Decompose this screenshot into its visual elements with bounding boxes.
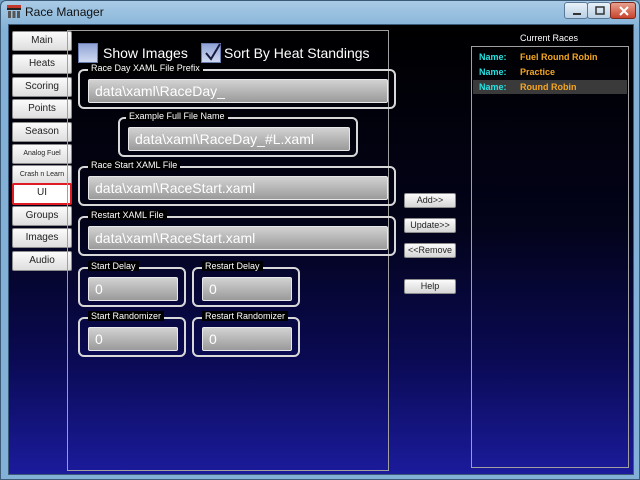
client-area: Main Heats Scoring Points Season Analog … <box>8 24 634 475</box>
checkmark-icon <box>205 43 221 61</box>
nav-ui-button[interactable]: UI <box>12 183 72 205</box>
restart-delay-input[interactable]: 0 <box>202 277 292 301</box>
settings-panel: Show Images Sort By Heat Standings Race … <box>67 30 396 471</box>
races-list: Name: Fuel Round Robin Name: Practice Na… <box>471 46 629 468</box>
example-name-display: data\xaml\RaceDay_#L.xaml <box>128 127 350 151</box>
restart-randomizer-label: Restart Randomizer <box>202 311 289 321</box>
race-start-label: Race Start XAML File <box>88 160 181 170</box>
help-button[interactable]: Help <box>404 279 456 294</box>
raceday-prefix-input[interactable]: data\xaml\RaceDay_ <box>88 79 388 103</box>
race-name-label: Name: <box>479 67 507 77</box>
current-races-title: Current Races <box>519 33 579 43</box>
start-randomizer-group: Start Randomizer 0 <box>78 311 186 357</box>
sort-by-heat-checkbox[interactable] <box>201 43 221 63</box>
remove-button[interactable]: <<Remove <box>404 243 456 258</box>
race-start-group: Race Start XAML File data\xaml\RaceStart… <box>78 160 396 206</box>
race-name-label: Name: <box>479 82 507 92</box>
nav-crash-n-learn-button[interactable]: Crash n Learn <box>12 165 72 185</box>
sort-by-heat-label: Sort By Heat Standings <box>224 45 370 61</box>
race-item[interactable]: Name: Fuel Round Robin <box>473 50 627 64</box>
example-name-group: Example Full File Name data\xaml\RaceDay… <box>118 111 358 157</box>
nav-scoring-button[interactable]: Scoring <box>12 77 72 97</box>
add-button[interactable]: Add>> <box>404 193 456 208</box>
nav-audio-button[interactable]: Audio <box>12 251 72 271</box>
show-images-checkbox[interactable] <box>78 43 98 63</box>
nav-points-button[interactable]: Points <box>12 99 72 119</box>
restart-delay-label: Restart Delay <box>202 261 263 271</box>
nav-images-button[interactable]: Images <box>12 228 72 248</box>
nav-groups-button[interactable]: Groups <box>12 206 72 226</box>
race-name-label: Name: <box>479 52 507 62</box>
restart-input[interactable]: data\xaml\RaceStart.xaml <box>88 226 388 250</box>
start-randomizer-input[interactable]: 0 <box>88 327 178 351</box>
race-name: Fuel Round Robin <box>520 52 598 62</box>
race-name: Practice <box>520 67 556 77</box>
restart-label: Restart XAML File <box>88 210 167 220</box>
nav-main-button[interactable]: Main <box>12 31 72 51</box>
restart-randomizer-input[interactable]: 0 <box>202 327 292 351</box>
raceday-prefix-label: Race Day XAML File Prefix <box>88 63 203 73</box>
minimize-button[interactable] <box>564 2 588 19</box>
restart-randomizer-group: Restart Randomizer 0 <box>192 311 300 357</box>
start-delay-group: Start Delay 0 <box>78 261 186 307</box>
start-randomizer-label: Start Randomizer <box>88 311 165 321</box>
restart-delay-group: Restart Delay 0 <box>192 261 300 307</box>
nav-heats-button[interactable]: Heats <box>12 54 72 74</box>
race-item[interactable]: Name: Practice <box>473 65 627 79</box>
raceday-prefix-group: Race Day XAML File Prefix data\xaml\Race… <box>78 63 396 109</box>
update-button[interactable]: Update>> <box>404 218 456 233</box>
race-item-selected[interactable]: Name: Round Robin <box>473 80 627 94</box>
title-bar[interactable]: Race Manager <box>1 1 639 23</box>
race-name: Round Robin <box>520 82 577 92</box>
maximize-button[interactable] <box>587 2 611 19</box>
start-delay-label: Start Delay <box>88 261 139 271</box>
show-images-label: Show Images <box>103 45 188 61</box>
restart-group: Restart XAML File data\xaml\RaceStart.xa… <box>78 210 396 256</box>
start-delay-input[interactable]: 0 <box>88 277 178 301</box>
nav-season-button[interactable]: Season <box>12 122 72 142</box>
close-button[interactable] <box>610 2 636 19</box>
nav-analog-fuel-button[interactable]: Analog Fuel <box>12 144 72 164</box>
race-start-input[interactable]: data\xaml\RaceStart.xaml <box>88 176 388 200</box>
example-name-label: Example Full File Name <box>126 111 228 121</box>
app-icon <box>7 5 21 18</box>
window-title: Race Manager <box>25 5 104 19</box>
app-window: Race Manager Main Heats Scoring Points S… <box>0 0 640 480</box>
